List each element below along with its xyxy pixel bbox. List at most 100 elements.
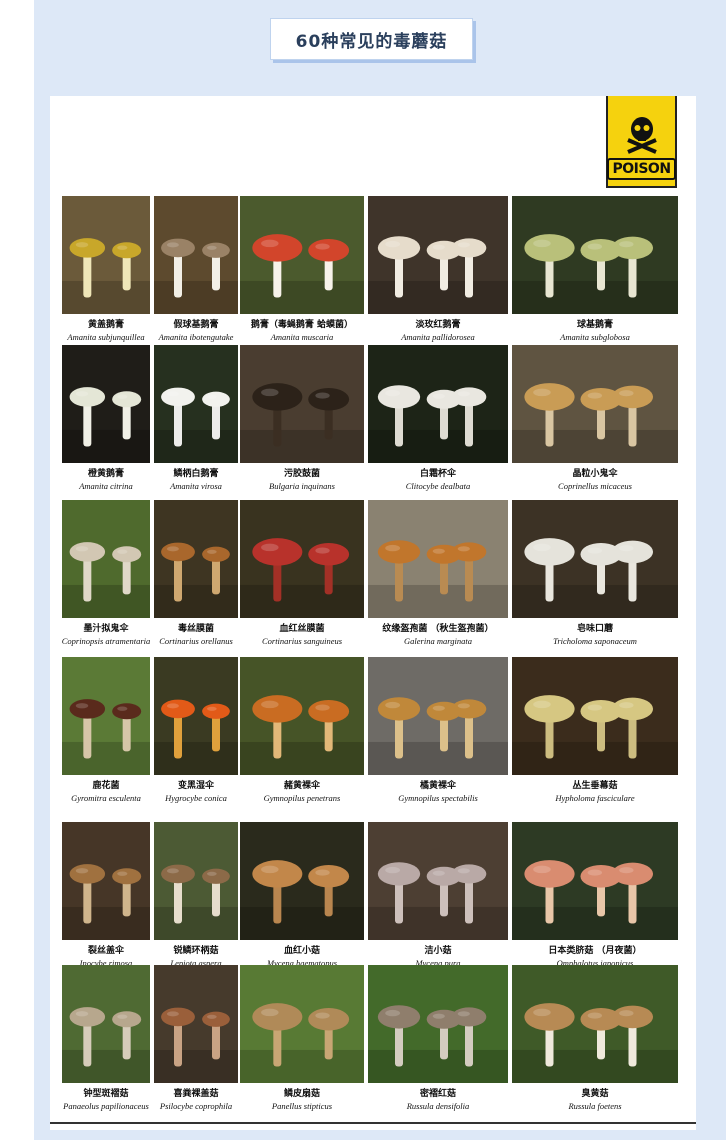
mushroom-card: 橘黄裸伞 Gymnopilus spectabilis [368, 657, 508, 809]
chinese-name: 皂味口蘑 [576, 624, 613, 634]
mushroom-card: 鹅膏（毒蝇鹅膏 蛤蟆菌） Amanita muscaria [240, 196, 364, 348]
chinese-name: 鹿花菌 [92, 781, 120, 791]
mushroom-card: 黄盖鹅膏 Amanita subjunquillea [62, 196, 150, 348]
mushroom-illustration [62, 965, 150, 1083]
mushroom-row: 黄盖鹅膏 Amanita subjunquillea 假球基鹅膏 Amanita ib… [62, 196, 680, 348]
latin-name: Amanita ibotengutake [158, 332, 234, 342]
mushroom-illustration [512, 657, 678, 775]
mushroom-card: 晶粒小鬼伞 Coprinellus micaceus [512, 345, 678, 497]
chinese-name: 晶粒小鬼伞 [572, 469, 618, 479]
chinese-name: 纹缘盔孢菌 （秋生盔孢菌） [382, 624, 494, 634]
mushroom-photo [368, 500, 508, 618]
latin-name: Gymnopilus spectabilis [398, 793, 478, 803]
chinese-name: 墨汁拟鬼伞 [83, 624, 129, 634]
latin-name: Cortinarius sanguineus [261, 636, 343, 646]
latin-name: Amanita citrina [79, 481, 133, 491]
latin-name: Panaeolus papilionaceus [63, 1101, 149, 1111]
latin-name: Coprinopsis atramentaria [61, 636, 151, 646]
page: 60种常见的毒蘑菇 POISON 黄盖鹅膏 Amanita subjunquill… [0, 0, 728, 1140]
mushroom-illustration [512, 965, 678, 1083]
mushroom-photo [154, 196, 238, 314]
mushroom-illustration [240, 822, 364, 940]
mushroom-card: 橙黄鹅膏 Amanita citrina [62, 345, 150, 497]
mushroom-card: 臭黄菇 Russula foetens [512, 965, 678, 1117]
mushroom-illustration [154, 500, 238, 618]
mushroom-illustration [240, 965, 364, 1083]
chinese-name: 洁小菇 [424, 946, 452, 956]
latin-name: Amanita subjunquillea [67, 332, 145, 342]
chinese-name: 喜粪裸盖菇 [173, 1089, 219, 1099]
latin-name: Amanita subglobosa [560, 332, 630, 342]
mushroom-photo [512, 500, 678, 618]
chinese-name: 假球基鹅膏 [173, 320, 219, 330]
mushroom-row: 钟型斑褶菇 Panaeolus papilionaceus 喜粪裸盖菇 Psilocy… [62, 965, 680, 1117]
mushroom-row: 墨汁拟鬼伞 Coprinopsis atramentaria 毒丝膜菌 Cortina… [62, 500, 680, 652]
latin-name: Tricholoma saponaceum [553, 636, 637, 646]
poison-sign: POISON [606, 96, 677, 188]
latin-name: Psilocybe coprophila [159, 1101, 233, 1111]
mushroom-illustration [154, 345, 238, 463]
mushroom-photo [154, 822, 238, 940]
mushroom-photo [62, 965, 150, 1083]
latin-name: Russula foetens [568, 1101, 622, 1111]
mushroom-photo [240, 345, 364, 463]
mushroom-card: 密褶红菇 Russula densifolia [368, 965, 508, 1117]
page-title: 60种常见的毒蘑菇 [295, 31, 448, 52]
mushroom-card: 淡玫红鹅膏 Amanita pallidorosea [368, 196, 508, 348]
chinese-name: 黄盖鹅膏 [87, 320, 124, 330]
chinese-name: 白霜杯伞 [419, 469, 456, 479]
mushroom-illustration [62, 345, 150, 463]
mushroom-card: 球基鹅膏 Amanita subglobosa [512, 196, 678, 348]
latin-name: Bulgaria inquinans [269, 481, 335, 491]
mushroom-photo [240, 822, 364, 940]
chinese-name: 裂丝盖伞 [87, 946, 124, 956]
chinese-name: 血红丝膜菌 [279, 624, 325, 634]
chinese-name: 臭黄菇 [581, 1089, 609, 1099]
mushroom-card: 皂味口蘑 Tricholoma saponaceum [512, 500, 678, 652]
mushroom-illustration [240, 657, 364, 775]
mushroom-illustration [368, 196, 508, 314]
chinese-name: 橘黄裸伞 [419, 781, 456, 791]
mushroom-photo [368, 657, 508, 775]
divider [50, 1122, 696, 1124]
latin-name: Gymnopilus penetrans [263, 793, 341, 803]
mushroom-card: 锐鳞环柄菇 Lepiota aspera [154, 822, 238, 974]
mushroom-photo [154, 345, 238, 463]
mushroom-illustration [512, 345, 678, 463]
mushroom-photo [368, 822, 508, 940]
latin-name: Cortinarius orellanus [159, 636, 233, 646]
mushroom-card: 毒丝膜菌 Cortinarius orellanus [154, 500, 238, 652]
skull-icon [626, 117, 657, 154]
mushroom-illustration [154, 657, 238, 775]
mushroom-photo [62, 196, 150, 314]
mushroom-photo [512, 196, 678, 314]
mushroom-illustration [154, 822, 238, 940]
mushroom-illustration [154, 965, 238, 1083]
chinese-name: 钟型斑褶菇 [83, 1089, 129, 1099]
mushroom-illustration [240, 196, 364, 314]
mushroom-photo [368, 196, 508, 314]
chinese-name: 赭黄裸伞 [283, 781, 320, 791]
mushroom-illustration [154, 196, 238, 314]
mushroom-row: 鹿花菌 Gyromitra esculenta 变黑湿伞 Hygrocybe coni… [62, 657, 680, 809]
mushroom-card: 血红丝膜菌 Cortinarius sanguineus [240, 500, 364, 652]
mushroom-illustration [62, 657, 150, 775]
poison-label: POISON [607, 158, 676, 180]
latin-name: Coprinellus micaceus [558, 481, 632, 491]
latin-name: Panellus stipticus [271, 1101, 333, 1111]
mushroom-illustration [62, 196, 150, 314]
latin-name: Amanita virosa [170, 481, 222, 491]
mushroom-photo [512, 822, 678, 940]
mushroom-card: 钟型斑褶菇 Panaeolus papilionaceus [62, 965, 150, 1117]
mushroom-illustration [512, 500, 678, 618]
mushroom-card: 污胶鼓菌 Bulgaria inquinans [240, 345, 364, 497]
chinese-name: 变黑湿伞 [177, 781, 214, 791]
mushroom-card: 鳞皮扇菇 Panellus stipticus [240, 965, 364, 1117]
latin-name: Russula densifolia [406, 1101, 470, 1111]
latin-name: Gyromitra esculenta [71, 793, 141, 803]
latin-name: Hypholoma fasciculare [555, 793, 635, 803]
latin-name: Amanita pallidorosea [401, 332, 475, 342]
mushroom-card: 鹿花菌 Gyromitra esculenta [62, 657, 150, 809]
mushroom-photo [368, 345, 508, 463]
mushroom-card: 假球基鹅膏 Amanita ibotengutake [154, 196, 238, 348]
